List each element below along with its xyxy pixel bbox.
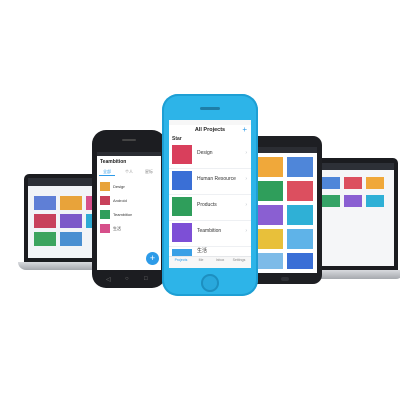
laptop-right — [308, 158, 400, 282]
laptop-right-card[interactable] — [366, 195, 384, 207]
project-thumb — [172, 223, 192, 242]
android-screen: Teambition 全部 个人 星标 Design Android Teamb… — [97, 152, 161, 270]
plus-icon[interactable]: + — [242, 125, 247, 134]
project-label: Products — [197, 202, 217, 208]
laptop-right-screen — [316, 163, 394, 266]
project-row[interactable]: Design › — [169, 142, 251, 169]
chevron-right-icon: › — [245, 150, 247, 156]
tablet-card[interactable] — [257, 181, 283, 201]
android-thumb — [100, 196, 110, 205]
tab-projects[interactable]: Projects — [173, 258, 189, 262]
tablet-card[interactable] — [287, 157, 313, 177]
project-label: Teambition — [197, 228, 222, 234]
laptop-left-card[interactable] — [60, 196, 82, 210]
iphone-speaker — [200, 107, 220, 110]
android-status-bar — [97, 152, 161, 156]
android-fab-plus-icon[interactable]: + — [146, 252, 159, 265]
back-icon[interactable]: ◁ — [106, 276, 111, 283]
android-project-label[interactable]: 生活 — [113, 226, 121, 232]
laptop-left-card[interactable] — [34, 232, 56, 246]
tablet-card[interactable] — [257, 157, 283, 177]
project-label: Design — [197, 150, 213, 156]
tablet-card[interactable] — [287, 229, 313, 249]
iphone: All Projects + Star Design › Human Resou… — [162, 94, 258, 296]
laptop-right-card[interactable] — [344, 177, 362, 189]
android-speaker — [122, 139, 136, 141]
tablet-screen — [253, 147, 317, 273]
project-thumb — [172, 145, 192, 164]
recents-icon[interactable]: □ — [144, 276, 148, 282]
project-row[interactable]: Teambition › — [169, 220, 251, 247]
iphone-home-button[interactable] — [201, 274, 219, 292]
laptop-right-lid — [312, 158, 398, 270]
project-row[interactable]: Human Resource › — [169, 168, 251, 195]
tab-settings[interactable]: Settings — [231, 258, 247, 262]
laptop-right-card[interactable] — [322, 177, 340, 189]
laptop-left-card[interactable] — [60, 214, 82, 228]
tablet-home-button[interactable] — [281, 277, 289, 281]
laptop-right-topbar — [316, 163, 394, 170]
android-thumb — [100, 224, 110, 233]
android-tab-indicator — [99, 175, 115, 176]
tablet-card[interactable] — [287, 253, 313, 269]
project-label: 生活 — [197, 248, 208, 254]
android-app-title: Teambition — [100, 159, 127, 165]
android-project-label[interactable]: Teambition — [113, 212, 132, 217]
tablet-card[interactable] — [257, 205, 283, 225]
tab-bar: Projects Me Inbox Settings — [169, 256, 251, 268]
android-thumb — [100, 182, 110, 191]
laptop-right-card[interactable] — [322, 195, 340, 207]
chevron-right-icon: › — [245, 176, 247, 182]
android-thumb — [100, 210, 110, 219]
android-project-label[interactable]: Design — [113, 184, 125, 189]
nav-title: All Projects — [194, 127, 226, 133]
tab-inbox[interactable]: Inbox — [212, 258, 228, 262]
android-project-label[interactable]: Android — [113, 198, 127, 203]
laptop-left-card[interactable] — [60, 232, 82, 246]
laptop-right-card[interactable] — [366, 177, 384, 189]
tablet-card[interactable] — [287, 205, 313, 225]
laptop-left-card[interactable] — [34, 214, 56, 228]
laptop-left-card[interactable] — [34, 196, 56, 210]
tab-me[interactable]: Me — [193, 258, 209, 262]
tablet-card[interactable] — [257, 229, 283, 249]
chevron-right-icon: › — [245, 202, 247, 208]
android-tab-star[interactable]: 星标 — [145, 169, 153, 175]
tablet-card[interactable] — [257, 253, 283, 269]
home-icon[interactable]: ○ — [125, 276, 129, 282]
iphone-status-bar — [169, 120, 251, 125]
project-row[interactable]: Products › — [169, 194, 251, 221]
laptop-right-card[interactable] — [344, 195, 362, 207]
android-tab-personal[interactable]: 个人 — [125, 169, 133, 175]
chevron-right-icon: › — [245, 228, 247, 234]
tablet-topbar — [253, 147, 317, 153]
android-phone: Teambition 全部 个人 星标 Design Android Teamb… — [92, 130, 166, 288]
iphone-screen: All Projects + Star Design › Human Resou… — [169, 120, 251, 268]
project-thumb — [172, 171, 192, 190]
project-label: Human Resource — [197, 176, 236, 182]
tablet-card[interactable] — [287, 181, 313, 201]
tablet — [248, 136, 322, 284]
project-thumb — [172, 197, 192, 216]
